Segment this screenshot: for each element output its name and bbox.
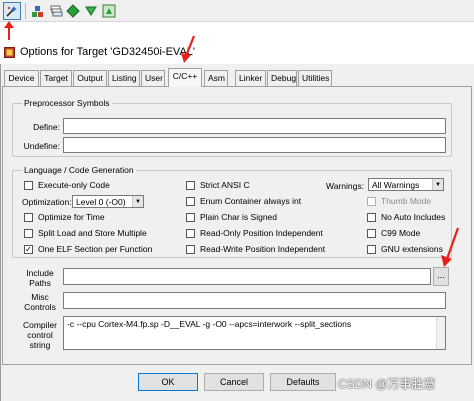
- warnings-label: Warnings:: [326, 181, 364, 191]
- include-paths-browse-button[interactable]: ...: [433, 267, 449, 286]
- no-auto-includes-checkbox[interactable]: [367, 213, 376, 222]
- toolbar-separator: [25, 3, 26, 19]
- chevron-down-icon: ▼: [132, 196, 143, 207]
- rw-position-independent-label: Read-Write Position Independent: [200, 244, 326, 254]
- ro-position-independent-checkbox[interactable]: [186, 229, 195, 238]
- ok-button[interactable]: OK: [138, 373, 198, 391]
- compiler-control-label: Compiler control string: [22, 320, 57, 350]
- chevron-down-icon: ▼: [432, 179, 443, 190]
- misc-controls-label: Misc Controls: [24, 292, 56, 312]
- plain-char-checkbox[interactable]: [186, 213, 195, 222]
- annotation-arrow: [4, 21, 14, 40]
- thumb-mode-checkbox: [367, 197, 376, 206]
- tab-user[interactable]: User: [141, 70, 165, 86]
- undefine-field[interactable]: [63, 137, 446, 153]
- stack-icon: [32, 6, 43, 17]
- tab-linker[interactable]: Linker: [235, 70, 266, 86]
- multi-project-icon: [102, 4, 116, 18]
- warnings-value: All Warnings: [372, 180, 420, 190]
- green-diamond-icon: [66, 4, 80, 18]
- checkmark-icon: ✓: [25, 245, 32, 254]
- enum-container-checkbox[interactable]: [186, 197, 195, 206]
- tab-c-cpp[interactable]: C/C++: [168, 68, 202, 87]
- green-arrow-icon: [85, 6, 97, 16]
- one-elf-label: One ELF Section per Function: [38, 244, 153, 254]
- watermark: CSDN @万事胜意: [338, 377, 436, 391]
- multi-project-button[interactable]: [100, 2, 118, 20]
- layers-icon: [50, 5, 63, 17]
- tab-utilities[interactable]: Utilities: [298, 70, 332, 86]
- tab-listing[interactable]: Listing: [108, 70, 140, 86]
- split-load-store-label: Split Load and Store Multiple: [38, 228, 147, 238]
- compiler-control-value: -c --cpu Cortex-M4.fp.sp -D__EVAL -g -O0…: [67, 319, 352, 329]
- warnings-select[interactable]: All Warnings ▼: [368, 178, 444, 191]
- optimization-select[interactable]: Level 0 (-O0) ▼: [72, 195, 144, 208]
- thumb-mode-label: Thumb Mode: [381, 196, 432, 206]
- enum-container-label: Enum Container always int: [200, 196, 302, 206]
- plain-char-label: Plain Char is Signed: [200, 212, 278, 222]
- language-legend: Language / Code Generation: [22, 165, 136, 175]
- wand-settings-icon: [6, 6, 17, 17]
- optimize-for-time-label: Optimize for Time: [38, 212, 105, 222]
- tab-output[interactable]: Output: [73, 70, 107, 86]
- tab-debug[interactable]: Debug: [267, 70, 297, 86]
- green-arrow-button[interactable]: [82, 2, 100, 20]
- no-auto-includes-label: No Auto Includes: [381, 212, 446, 222]
- optimization-label: Optimization:: [22, 197, 72, 207]
- ro-position-independent-label: Read-Only Position Independent: [200, 228, 323, 238]
- manage-components-button[interactable]: [29, 2, 47, 20]
- execute-only-label: Execute-only Code: [38, 180, 110, 190]
- cancel-button[interactable]: Cancel: [204, 373, 264, 391]
- undefine-label: Undefine:: [23, 141, 60, 151]
- top-toolbar: [0, 0, 474, 22]
- annotation-arrow: [441, 227, 460, 267]
- annotation-arrow: [181, 35, 196, 63]
- gnu-extensions-label: GNU extensions: [381, 244, 443, 254]
- include-paths-field[interactable]: [63, 268, 431, 285]
- one-elf-checkbox[interactable]: ✓: [24, 245, 33, 254]
- define-label: Define:: [33, 122, 60, 132]
- c99-mode-label: C99 Mode: [381, 228, 421, 238]
- split-load-store-checkbox[interactable]: [24, 229, 33, 238]
- defaults-button[interactable]: Defaults: [270, 373, 336, 391]
- rw-position-independent-checkbox[interactable]: [186, 245, 195, 254]
- strict-ansi-label: Strict ANSI C: [200, 180, 250, 190]
- dialog-title: Options for Target 'GD32450i-EVAL': [20, 46, 195, 58]
- tab-device[interactable]: Device: [4, 70, 39, 86]
- dialog-icon: [4, 47, 15, 58]
- tab-asm[interactable]: Asm: [204, 70, 228, 86]
- tab-target[interactable]: Target: [40, 70, 72, 86]
- strict-ansi-checkbox[interactable]: [186, 181, 195, 190]
- misc-controls-field[interactable]: [63, 292, 446, 309]
- gnu-extensions-checkbox[interactable]: [367, 245, 376, 254]
- options-for-target-button[interactable]: [3, 2, 21, 20]
- compiler-control-string: -c --cpu Cortex-M4.fp.sp -D__EVAL -g -O0…: [63, 316, 446, 350]
- execute-only-checkbox[interactable]: [24, 181, 33, 190]
- green-diamond-button[interactable]: [64, 2, 82, 20]
- optimize-for-time-checkbox[interactable]: [24, 213, 33, 222]
- define-field[interactable]: [63, 118, 446, 134]
- preprocessor-legend: Preprocessor Symbols: [22, 98, 112, 108]
- include-paths-label: Include Paths: [26, 268, 54, 288]
- optimization-value: Level 0 (-O0): [76, 197, 126, 207]
- compiler-control-scrollbar[interactable]: [436, 317, 445, 349]
- file-extensions-button[interactable]: [47, 2, 65, 20]
- c99-mode-checkbox[interactable]: [367, 229, 376, 238]
